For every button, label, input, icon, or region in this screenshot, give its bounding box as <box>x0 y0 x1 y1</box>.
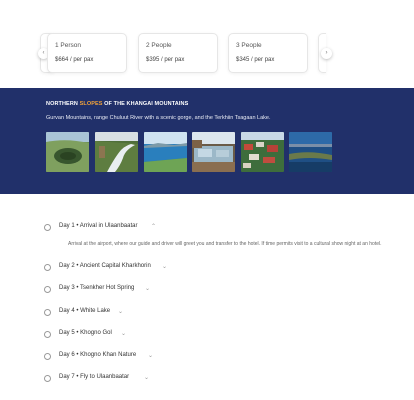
circle-icon <box>44 309 51 316</box>
chevron-up-icon[interactable]: ⌃ <box>151 223 156 230</box>
pricing-price: $345 / per pax <box>236 57 275 63</box>
pricing-price: $395 / per pax <box>146 57 185 63</box>
pricing-people: 2 People <box>146 42 172 49</box>
day-label: Day 1 • Arrival in Ulaanbaatar <box>59 223 138 229</box>
itinerary-day-4[interactable]: Day 4 • White Lake ⌄ <box>44 307 384 319</box>
itinerary-accordion: Day 1 • Arrival in Ulaanbaatar ⌃ Arrival… <box>0 194 414 400</box>
day-label: Day 7 • Fly to Ulaanbaatar <box>59 374 130 380</box>
chevron-down-icon[interactable]: ⌄ <box>121 330 126 337</box>
chevron-down-icon[interactable]: ⌄ <box>162 263 167 270</box>
itinerary-day-1[interactable]: Day 1 • Arrival in Ulaanbaatar ⌃ <box>44 222 384 234</box>
circle-icon <box>44 264 51 271</box>
circle-icon <box>44 375 51 382</box>
photo-gorge[interactable] <box>46 132 89 172</box>
pricing-price: $664 / per pax <box>55 57 94 63</box>
chevron-right-icon[interactable]: › <box>321 48 332 59</box>
itinerary-day-7[interactable]: Day 7 • Fly to Ulaanbaatar ⌄ <box>44 373 384 385</box>
photo-lake[interactable] <box>144 132 187 172</box>
banner-subtitle: Gurvan Mountains, range Chuluut River wi… <box>46 115 271 121</box>
day-description: Arrival at the airport, where our guide … <box>68 241 382 247</box>
chevron-down-icon[interactable]: ⌄ <box>144 374 149 381</box>
pricing-card-3-people[interactable]: 3 People $345 / per pax <box>228 33 308 73</box>
pricing-card-2-people[interactable]: 2 People $395 / per pax <box>138 33 218 73</box>
photo-shore[interactable] <box>289 132 332 172</box>
pricing-people: 3 People <box>236 42 262 49</box>
itinerary-day-5[interactable]: Day 5 • Khogno Gol ⌄ <box>44 329 384 341</box>
pricing-card-1-person[interactable]: 1 Person $664 / per pax <box>47 33 127 73</box>
pricing-people: 1 Person <box>55 42 82 49</box>
itinerary-day-6[interactable]: Day 6 • Khogno Khan Nature ⌄ <box>44 351 384 363</box>
day-label: Day 5 • Khogno Gol <box>59 330 112 336</box>
circle-icon <box>44 353 51 360</box>
region-banner: NORTHERN SLOPES OF THE KHANGAI MOUNTAINS… <box>0 88 414 194</box>
circle-icon <box>44 224 51 231</box>
pricing-carousel: ‹ 1 Person $664 / per pax 2 People $395 … <box>0 0 414 88</box>
chevron-down-icon[interactable]: ⌄ <box>118 308 123 315</box>
day-label: Day 2 • Ancient Capital Kharkhorin <box>59 263 151 269</box>
chevron-down-icon[interactable]: ⌄ <box>148 352 153 359</box>
day-label: Day 4 • White Lake <box>59 308 111 314</box>
itinerary-day-3[interactable]: Day 3 • Tsenkher Hot Spring ⌄ <box>44 284 384 296</box>
photo-village[interactable] <box>241 132 284 172</box>
circle-icon <box>44 286 51 293</box>
banner-title: NORTHERN SLOPES OF THE KHANGAI MOUNTAINS <box>46 101 189 107</box>
day-label: Day 6 • Khogno Khan Nature <box>59 352 137 358</box>
photo-hot-spring[interactable] <box>192 132 235 172</box>
itinerary-day-2[interactable]: Day 2 • Ancient Capital Kharkhorin ⌄ <box>44 262 384 274</box>
chevron-down-icon[interactable]: ⌄ <box>145 285 150 292</box>
photo-river[interactable] <box>95 132 138 172</box>
circle-icon <box>44 331 51 338</box>
day-label: Day 3 • Tsenkher Hot Spring <box>59 285 135 291</box>
